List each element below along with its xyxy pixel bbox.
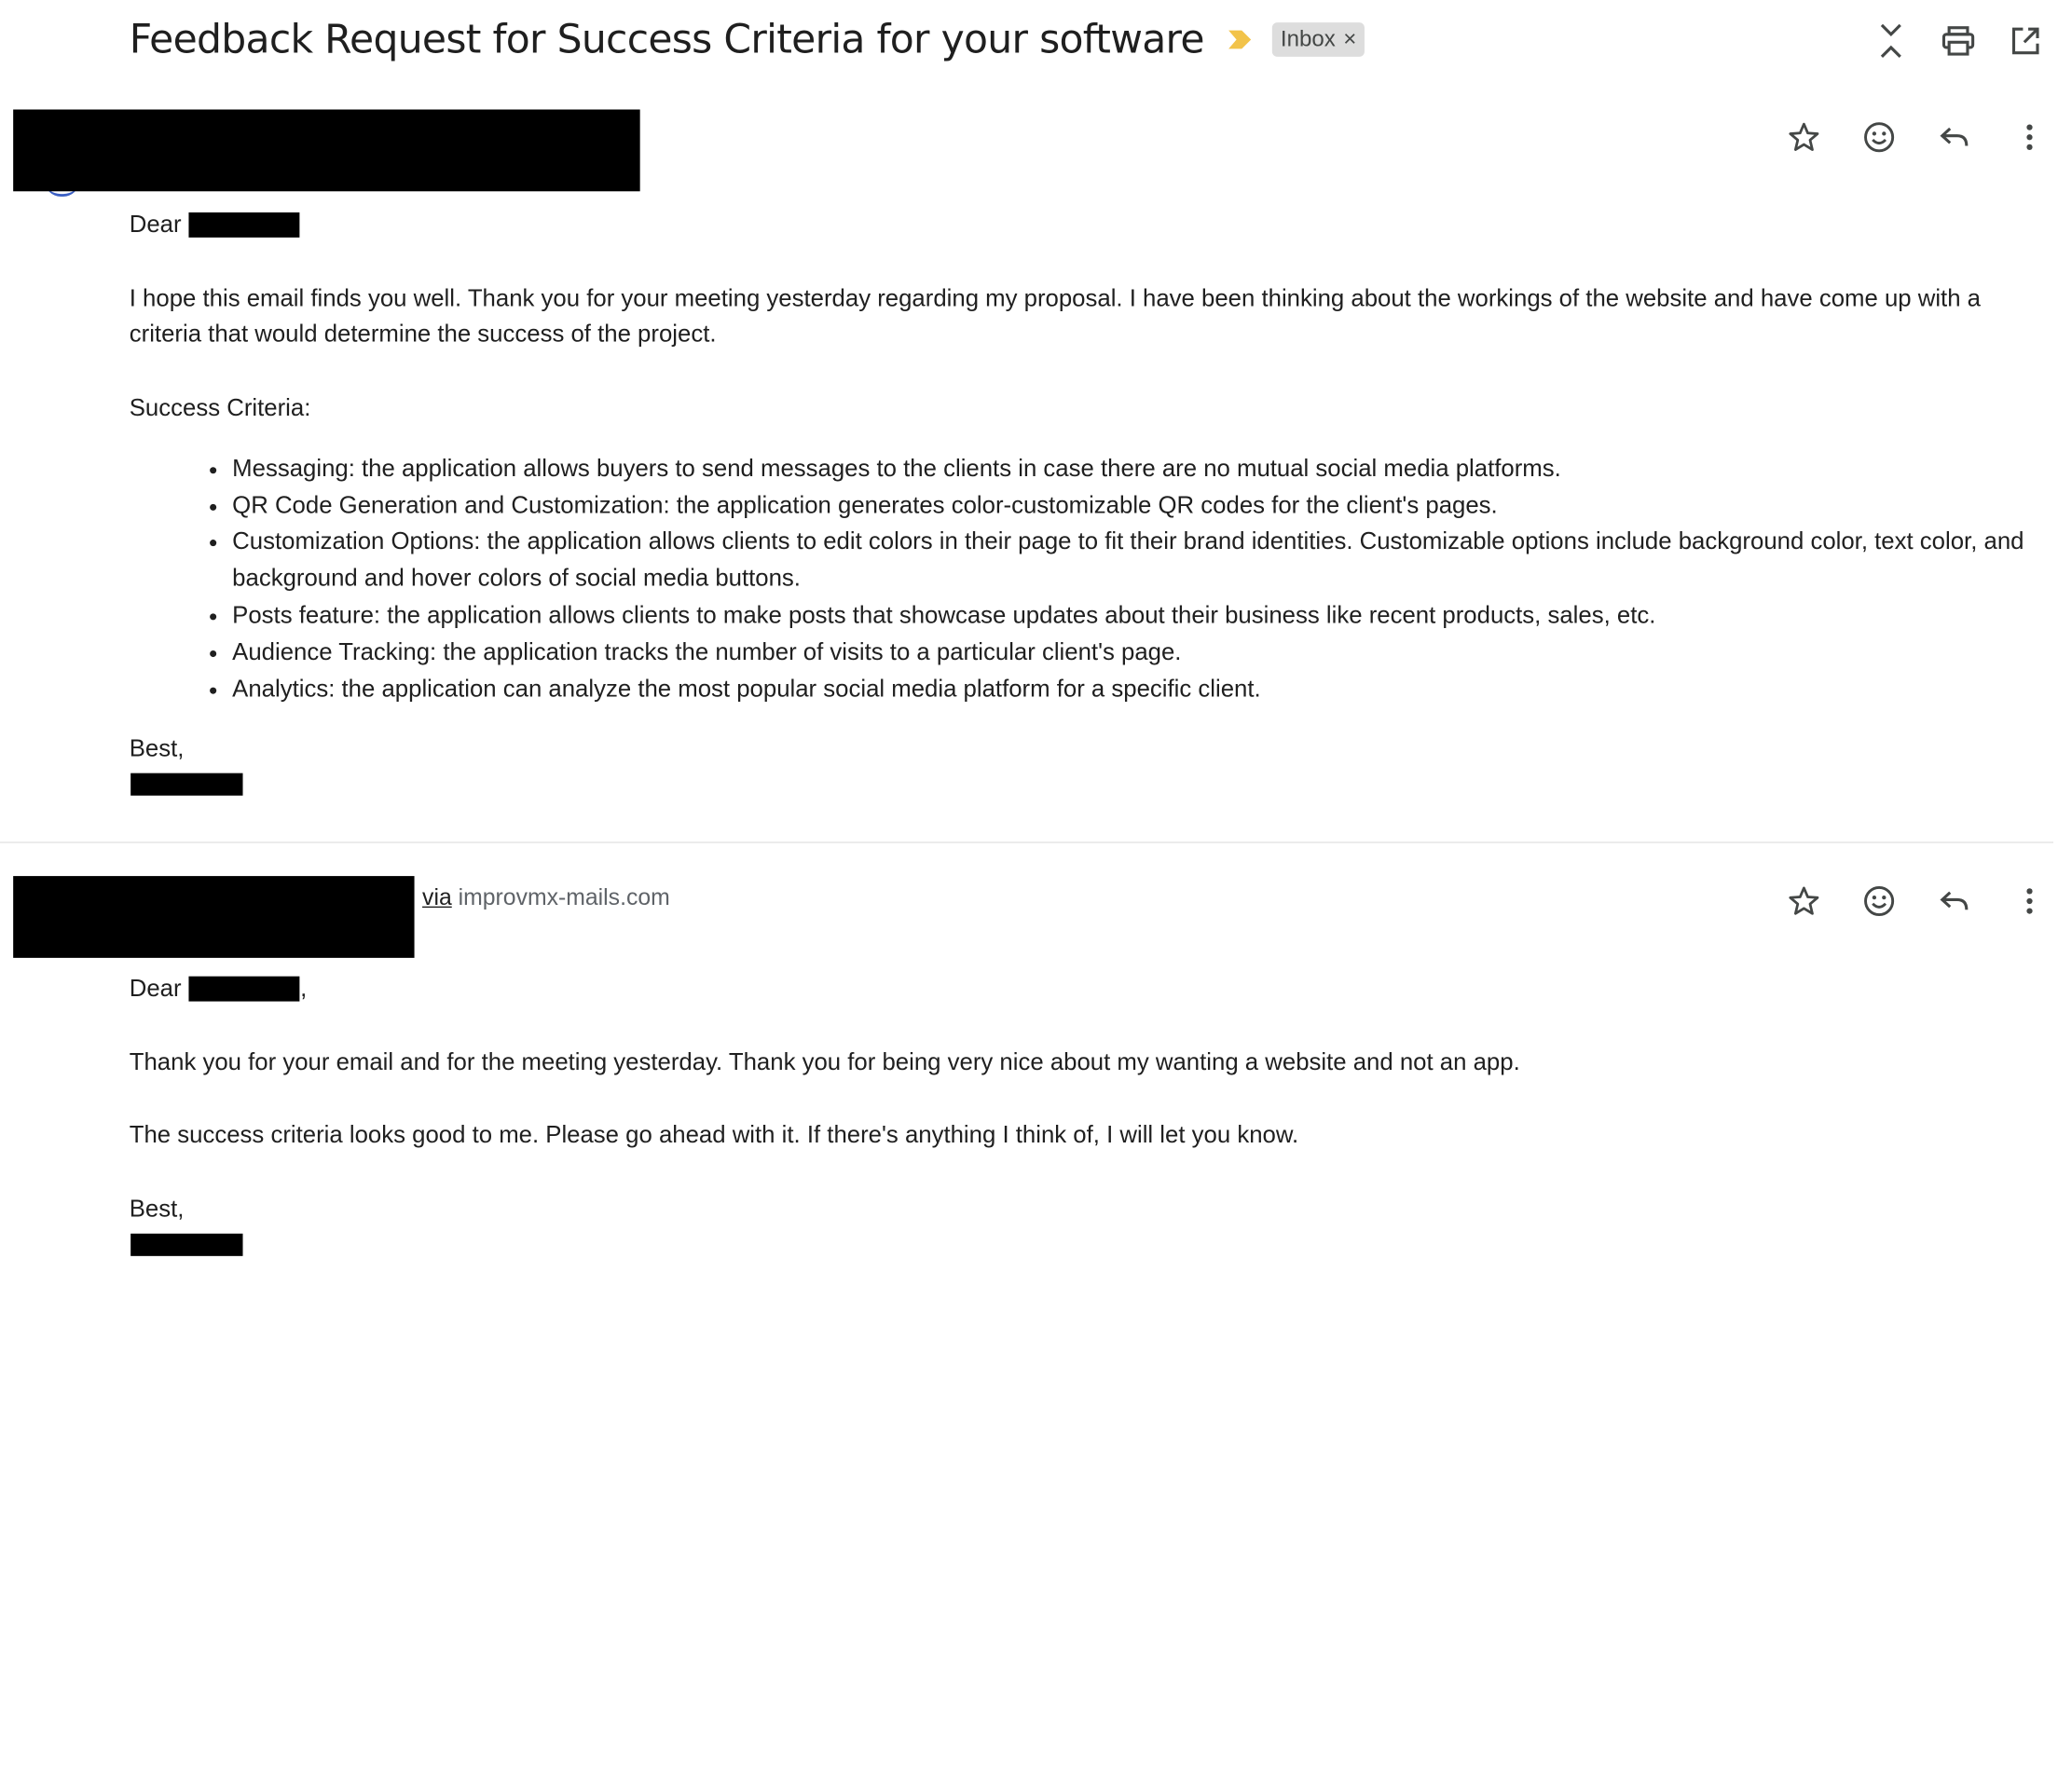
inbox-label-chip[interactable]: Inbox × (1272, 22, 1365, 57)
emoji-reaction-icon[interactable] (1856, 878, 1903, 925)
thread-subject: Feedback Request for Success Criteria fo… (129, 16, 1205, 63)
message2-body: Dear , Thank you for your email and for … (130, 971, 2053, 1265)
greeting-comma: , (300, 975, 308, 1002)
signature-line (130, 1228, 2053, 1265)
list-item: Messaging: the application allows buyers… (232, 451, 2053, 487)
inbox-label-text: Inbox (1280, 26, 1336, 52)
intro-paragraph: I hope this email finds you well. Thank … (129, 284, 1982, 348)
sender-info-redacted (13, 876, 415, 958)
greeting-line: Dear , (130, 971, 2053, 1007)
message1-actions (1752, 114, 2053, 161)
reply-icon[interactable] (1930, 114, 1978, 161)
reply-paragraph-1: Thank you for your email and for the mee… (129, 1047, 1520, 1075)
message-divider (0, 841, 2053, 843)
via-link[interactable]: via (422, 884, 452, 910)
list-item: Audience Tracking: the application track… (232, 635, 2053, 671)
print-icon[interactable] (1936, 19, 1981, 63)
greeting-text: Dear (129, 975, 182, 1002)
signature-redacted (130, 773, 243, 796)
sender-info-redacted (13, 109, 640, 192)
thread-header: Feedback Request for Success Criteria fo… (130, 13, 1365, 66)
recipient-name-redacted (189, 976, 301, 1002)
signature-redacted (130, 1233, 243, 1256)
thread-toolbar (1846, 19, 2049, 63)
via-relay-info: via improvmx-mails.com (422, 884, 670, 912)
star-icon[interactable] (1780, 878, 1828, 925)
open-in-new-window-icon[interactable] (2003, 19, 2048, 63)
reply-paragraph-2: The success criteria looks good to me. P… (129, 1121, 1299, 1149)
list-item: Posts feature: the application allows cl… (232, 597, 2053, 634)
list-item: QR Code Generation and Customization: th… (232, 487, 2053, 524)
list-item: Analytics: the application can analyze t… (232, 671, 2053, 707)
more-vertical-icon[interactable] (2006, 878, 2053, 925)
collapse-all-icon[interactable] (1869, 19, 1914, 63)
greeting-text: Dear (129, 211, 182, 238)
emoji-reaction-icon[interactable] (1856, 114, 1903, 161)
remove-label-icon[interactable]: × (1343, 26, 1356, 52)
signoff-text: Best, (129, 735, 185, 762)
signoff-text: Best, (129, 1195, 185, 1222)
star-icon[interactable] (1780, 114, 1828, 161)
email-thread-page: Feedback Request for Success Criteria fo… (0, 0, 2058, 1792)
criteria-list: Messaging: the application allows buyers… (130, 451, 2053, 707)
signature-line (130, 768, 2053, 804)
recipient-name-redacted (189, 212, 301, 238)
via-domain: improvmx-mails.com (458, 883, 670, 910)
message1-body: Dear I hope this email finds you well. T… (130, 207, 2053, 804)
importance-marker-icon[interactable] (1228, 28, 1254, 51)
reply-icon[interactable] (1930, 878, 1978, 925)
criteria-heading: Success Criteria: (129, 394, 311, 421)
greeting-line: Dear (130, 207, 2053, 243)
list-item: Customization Options: the application a… (232, 525, 2053, 598)
more-vertical-icon[interactable] (2006, 114, 2053, 161)
message2-actions (1752, 878, 2053, 925)
